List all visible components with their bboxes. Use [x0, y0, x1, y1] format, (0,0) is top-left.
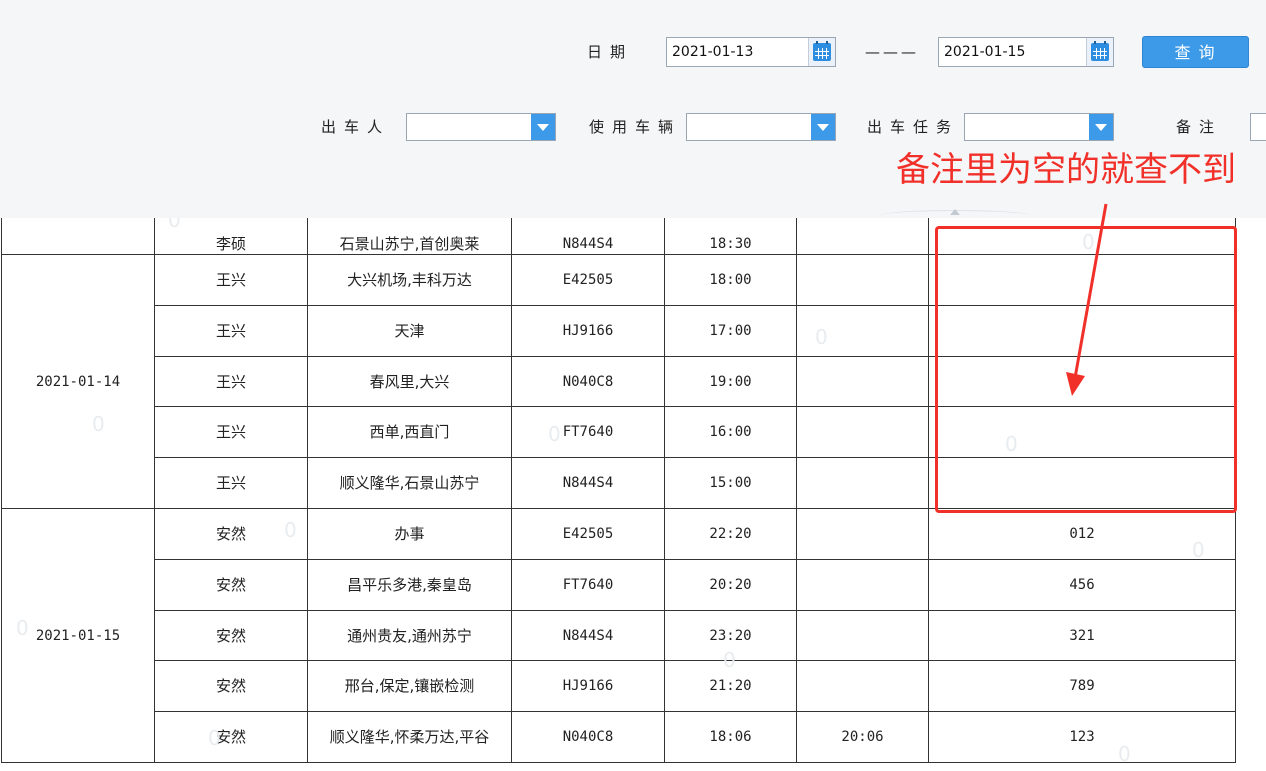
annotation-arrow [1066, 203, 1108, 396]
annotation-text: 备注里为空的就查不到 [896, 150, 1236, 190]
